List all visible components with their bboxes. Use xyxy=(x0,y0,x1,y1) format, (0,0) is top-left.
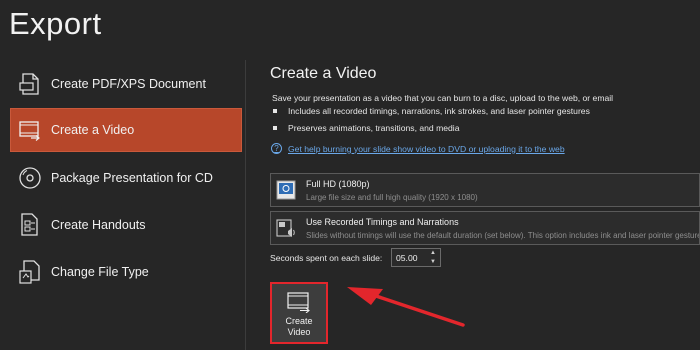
monitor-hd-icon xyxy=(274,178,298,202)
timings-dropdown[interactable]: Use Recorded Timings and Narrations Slid… xyxy=(270,211,700,245)
help-link[interactable]: ? Get help burning your slide show video… xyxy=(271,143,565,154)
bullet-item: Preserves animations, transitions, and m… xyxy=(273,123,459,133)
sidebar-item-label: Create PDF/XPS Document xyxy=(51,77,206,91)
seconds-label: Seconds spent on each slide: xyxy=(270,253,383,263)
sidebar-item-label: Package Presentation for CD xyxy=(51,171,213,185)
video-quality-dropdown[interactable]: Full HD (1080p) Large file size and full… xyxy=(270,173,700,207)
sidebar-item-label: Create Handouts xyxy=(51,218,146,232)
annotation-arrow-icon xyxy=(347,287,465,327)
export-sidebar: Create PDF/XPS Document Create a Video P… xyxy=(0,60,246,350)
description-text: Save your presentation as a video that y… xyxy=(272,93,614,103)
page-title: Export xyxy=(9,6,102,41)
bullet-text: Preserves animations, transitions, and m… xyxy=(288,123,460,133)
pdf-document-icon xyxy=(17,71,43,97)
bullet-text: Includes all recorded timings, narration… xyxy=(288,106,590,116)
sidebar-item-create-video[interactable]: Create a Video xyxy=(10,108,242,152)
bullet-item: Includes all recorded timings, narration… xyxy=(273,106,590,116)
file-type-icon xyxy=(17,259,43,285)
help-link-text[interactable]: Get help burning your slide show video t… xyxy=(288,144,565,154)
bullet-dot-icon xyxy=(273,109,277,113)
sidebar-item-change-file-type[interactable]: Change File Type xyxy=(10,250,242,294)
quality-subtitle: Large file size and full high quality (1… xyxy=(306,192,478,202)
create-video-button[interactable]: Create Video xyxy=(270,282,328,344)
sidebar-item-label: Change File Type xyxy=(51,265,149,279)
spin-up-icon[interactable]: ▲ xyxy=(426,249,440,258)
sidebar-item-create-pdf-xps[interactable]: Create PDF/XPS Document xyxy=(10,62,242,106)
quality-title: Full HD (1080p) xyxy=(306,178,370,189)
seconds-input[interactable] xyxy=(392,249,426,266)
create-video-icon xyxy=(285,291,313,314)
bullet-dot-icon xyxy=(273,126,277,130)
timings-subtitle: Slides without timings will use the defa… xyxy=(306,230,700,240)
create-video-panel: Create a Video Save your presentation as… xyxy=(270,60,700,350)
spin-down-icon[interactable]: ▼ xyxy=(426,258,440,267)
sidebar-item-create-handouts[interactable]: Create Handouts xyxy=(10,203,242,247)
create-video-label: Create Video xyxy=(285,316,313,337)
recorded-timings-icon xyxy=(274,216,298,240)
section-title: Create a Video xyxy=(270,65,377,82)
sidebar-item-package-cd[interactable]: Package Presentation for CD xyxy=(10,156,242,200)
sidebar-item-label: Create a Video xyxy=(51,123,135,137)
video-icon xyxy=(17,117,43,143)
cd-disc-icon xyxy=(17,165,43,191)
seconds-spinner[interactable]: ▲ ▼ xyxy=(391,248,441,267)
timings-title: Use Recorded Timings and Narrations xyxy=(306,216,459,227)
help-question-icon: ? xyxy=(271,143,282,154)
handouts-icon xyxy=(17,212,43,238)
